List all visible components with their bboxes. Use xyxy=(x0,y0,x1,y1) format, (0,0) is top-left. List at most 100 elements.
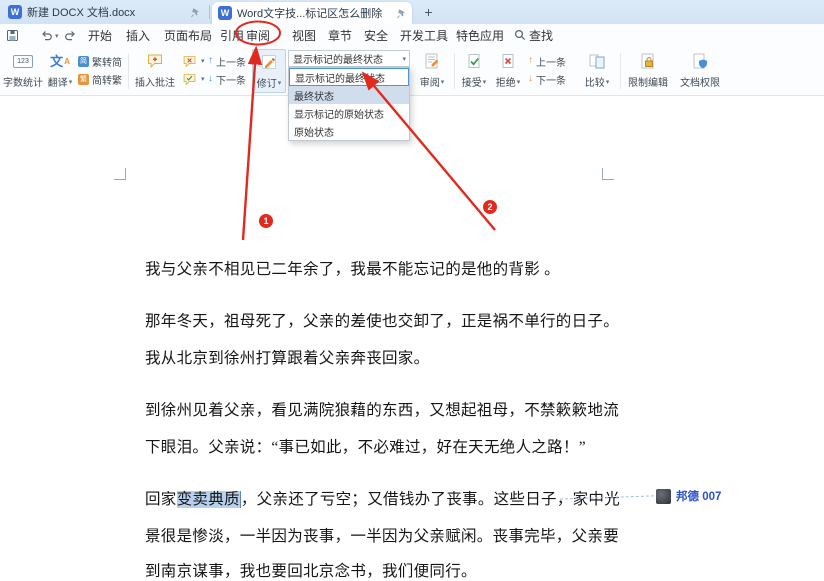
wps-doc-icon: W xyxy=(218,6,232,20)
chevron-down-icon: ▾ xyxy=(55,32,59,40)
paragraph-line: 我与父亲不相见已二年余了，我最不能忘记的是他的背影 。 xyxy=(145,261,560,278)
paragraph-line: 到徐州见着父亲，看见满院狼藉的东西，又想起祖母，不禁簌簌地流 xyxy=(145,402,620,419)
dropdown-option-final-state[interactable]: 最终状态 xyxy=(289,86,409,104)
insert-comment-label: 插入批注 xyxy=(135,78,175,89)
titlebar: W 新建 DOCX 文档.docx W Word文字技...标记区怎么删除 + xyxy=(0,0,824,24)
commenter-name: 邦德 007 xyxy=(676,491,722,503)
next-change-button[interactable]: ↓ 下一条 xyxy=(528,71,566,87)
menu-references[interactable]: 引用 xyxy=(220,24,244,46)
menu-special-features[interactable]: 特色应用 xyxy=(456,24,504,46)
track-changes-icon xyxy=(262,55,276,69)
previous-change-button[interactable]: ↑ 上一条 xyxy=(528,53,566,69)
chevron-down-icon: ▾ xyxy=(402,55,406,63)
paragraph-line: 到南京谋事，我也要回北京念书，我们便同行。 xyxy=(145,563,477,580)
compare-icon xyxy=(589,54,605,69)
document-permission-label: 文档权限 xyxy=(680,78,720,89)
previous-comment-button[interactable]: ↑ 上一条 xyxy=(208,53,246,69)
search-icon xyxy=(514,29,526,41)
compare-label: 比较 ▾ xyxy=(584,78,610,89)
pin-icon[interactable] xyxy=(190,7,200,18)
chevron-down-icon: ▾ xyxy=(605,78,610,86)
word-count-button[interactable]: 123 字数统计 xyxy=(2,49,44,93)
selected-revision-text[interactable]: 变卖典质 xyxy=(176,491,241,508)
chevron-down-icon: ▾ xyxy=(201,76,205,83)
display-for-review-combobox[interactable]: 显示标记的最终状态 ▾ xyxy=(288,50,410,67)
comment-tool-top-button[interactable]: ▾ xyxy=(182,53,205,69)
review-pane-button[interactable]: 审阅 ▾ xyxy=(414,49,450,93)
menu-review[interactable]: 审阅 xyxy=(246,24,270,46)
ribbon-divider xyxy=(128,53,129,89)
paragraph-line: 那年冬天，祖母死了，父亲的差使也交卸了，正是祸不单行的日子。 xyxy=(145,313,620,330)
paragraph-line: 回家变卖典质，父亲还了亏空；又借钱办了丧事。这些日子，家中光 xyxy=(145,487,620,509)
track-changes-button[interactable]: 修订 ▾ xyxy=(252,49,286,93)
menu-security[interactable]: 安全 xyxy=(364,24,388,46)
restrict-editing-label: 限制编辑 xyxy=(628,78,668,89)
dropdown-option-final-with-markup[interactable]: 显示标记的最终状态 xyxy=(289,68,409,86)
document-canvas[interactable]: 我与父亲不相见已二年余了，我最不能忘记的是他的背影 。 那年冬天，祖母死了，父亲… xyxy=(0,96,824,580)
reject-change-button[interactable]: 拒绝 ▾ xyxy=(492,49,524,93)
pin-icon[interactable] xyxy=(396,8,406,19)
wps-writer-window: W 新建 DOCX 文档.docx W Word文字技...标记区怎么删除 + … xyxy=(0,0,824,580)
reject-label: 拒绝 ▾ xyxy=(495,78,521,89)
chevron-down-icon: ▾ xyxy=(482,78,487,86)
previous-change-label: 上一条 xyxy=(536,57,566,69)
display-for-review-value: 显示标记的最终状态 xyxy=(293,55,383,66)
insert-comment-button[interactable]: 插入批注 xyxy=(132,49,178,93)
search-label: 查找 xyxy=(529,28,554,43)
up-arrow-icon: ↑ xyxy=(208,55,213,66)
web-tab[interactable]: W Word文字技...标记区怎么删除 xyxy=(212,2,412,24)
restrict-editing-button[interactable]: 限制编辑 xyxy=(624,49,672,93)
up-arrow-icon: ↑ xyxy=(528,55,533,66)
document-tab[interactable]: W 新建 DOCX 文档.docx xyxy=(2,0,206,24)
simplified-to-traditional-button[interactable]: 繁 简转繁 xyxy=(78,71,122,87)
step-2-badge: 2 xyxy=(483,200,497,214)
comment-tool-bottom-button[interactable]: ▾ xyxy=(182,71,205,87)
simp-to-trad-label: 简转繁 xyxy=(92,75,122,87)
accept-icon xyxy=(468,53,479,68)
accept-label: 接受 ▾ xyxy=(461,78,487,89)
undo-icon[interactable]: ▾ xyxy=(40,28,59,43)
menu-view[interactable]: 视图 xyxy=(292,24,316,46)
chevron-down-icon: ▾ xyxy=(68,78,73,86)
compare-button[interactable]: 比较 ▾ xyxy=(580,49,614,93)
translate-label: 翻译 ▾ xyxy=(47,78,73,89)
track-changes-label: 修订 ▾ xyxy=(256,79,282,90)
review-ribbon: 123 字数统计 文A 翻译 ▾ 简 繁转简 繁 简转繁 插入批注 ▾ ▾ ↑ … xyxy=(0,46,824,96)
redo-icon[interactable] xyxy=(64,28,77,43)
trad-to-simp-label: 繁转简 xyxy=(92,57,122,69)
comment-plus-icon xyxy=(148,54,162,69)
document-permission-button[interactable]: 文档权限 xyxy=(676,49,724,93)
menu-dev-tools[interactable]: 开发工具 xyxy=(400,24,448,46)
simplified-chinese-icon: 简 xyxy=(78,55,89,67)
dropdown-option-original-state[interactable]: 原始状态 xyxy=(289,122,409,140)
menu-home[interactable]: 开始 xyxy=(88,24,112,46)
chevron-down-icon: ▾ xyxy=(516,78,521,86)
shield-icon xyxy=(693,53,707,69)
comment-indicator[interactable]: 邦德 007 xyxy=(656,488,721,504)
review-pane-icon xyxy=(425,53,439,69)
paragraph-text: 回家 xyxy=(145,491,177,508)
next-comment-label: 下一条 xyxy=(216,75,246,87)
delete-comment-icon xyxy=(183,55,196,68)
word-count-label: 字数统计 xyxy=(3,78,43,89)
dropdown-option-original-with-markup[interactable]: 显示标记的原始状态 xyxy=(289,104,409,122)
web-tab-title: Word文字技...标记区怎么删除 xyxy=(237,8,383,20)
chevron-down-icon: ▾ xyxy=(440,78,445,86)
translate-button[interactable]: 文A 翻译 ▾ xyxy=(44,49,76,93)
new-tab-button[interactable]: + xyxy=(420,3,437,20)
ribbon-divider xyxy=(620,53,621,89)
menu-page-layout[interactable]: 页面布局 xyxy=(164,24,212,46)
resolve-comment-icon xyxy=(183,73,196,86)
traditional-to-simplified-button[interactable]: 简 繁转简 xyxy=(78,53,122,69)
menu-search[interactable]: 查找 xyxy=(514,24,553,46)
document-tab-title: 新建 DOCX 文档.docx xyxy=(27,7,136,19)
accept-change-button[interactable]: 接受 ▾ xyxy=(458,49,490,93)
menubar: ▾ 开始 插入 页面布局 引用 审阅 视图 章节 安全 开发工具 特色应用 查找 xyxy=(0,24,824,46)
text-boundary-mark-left xyxy=(114,168,126,180)
wps-writer-icon: W xyxy=(8,5,22,19)
save-icon[interactable] xyxy=(6,28,19,43)
next-comment-button[interactable]: ↓ 下一条 xyxy=(208,71,246,87)
menu-insert[interactable]: 插入 xyxy=(126,24,150,46)
chevron-down-icon: ▾ xyxy=(201,58,205,65)
menu-section[interactable]: 章节 xyxy=(328,24,352,46)
